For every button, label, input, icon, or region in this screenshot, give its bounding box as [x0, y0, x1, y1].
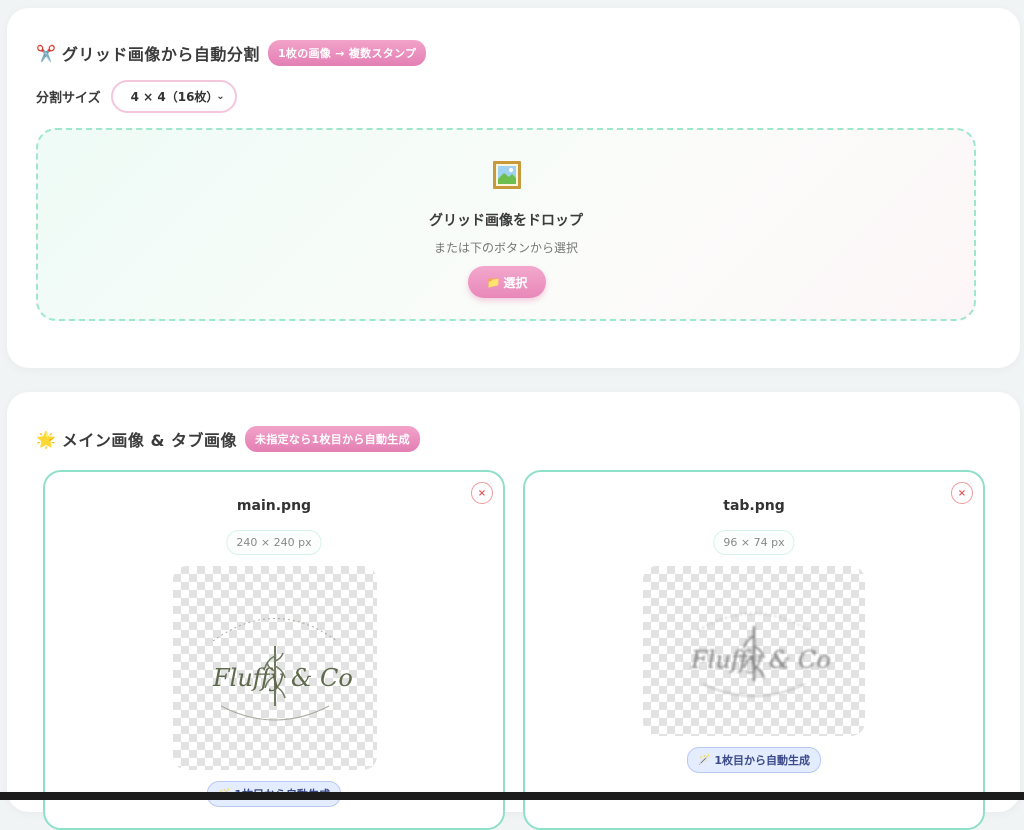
main-image-card: × main.png 240 × 240 px Fluffy & Co 🪄 1枚… [43, 470, 505, 830]
tab-filename: tab.png [723, 498, 785, 514]
grid-split-title: ✂️ グリッド画像から自動分割 1枚の画像 → 複数スタンプ [36, 40, 427, 66]
folder-icon: 📁 [486, 275, 501, 289]
chevron-down-icon: ⌄ [216, 91, 225, 102]
logo-wordmark: Fluffy & Co [690, 646, 831, 674]
framed-picture-icon [493, 161, 521, 189]
tab-image-card: × tab.png 96 × 74 px Fluffy & Co 🪄 1枚目から… [523, 470, 985, 830]
grid-dropzone[interactable]: グリッド画像をドロップ または下のボタンから選択 📁 選択 [36, 128, 976, 321]
grid-split-heading: グリッド画像から自動分割 [61, 45, 260, 64]
tab-dimensions: 96 × 74 px [713, 530, 795, 555]
scissors-icon: ✂️ [36, 43, 56, 63]
logo-wordmark: Fluffy & Co [212, 664, 353, 692]
brand-logo-image: Fluffy & Co [212, 618, 353, 721]
split-size-label: 分割サイズ [36, 91, 101, 106]
split-size-row: 分割サイズ 4 × 4（16枚） ⌄ [36, 80, 237, 113]
tab-image-preview: Fluffy & Co [643, 566, 865, 736]
window-bottom-bar [0, 792, 1024, 800]
tab-auto-generate-label: 1枚目から自動生成 [714, 754, 811, 767]
main-tab-heading: メイン画像 & タブ画像 [61, 431, 238, 450]
select-file-button[interactable]: 📁 選択 [468, 266, 546, 298]
grid-split-badge: 1枚の画像 → 複数スタンプ [267, 40, 427, 66]
main-tab-badge: 未指定なら1枚目から自動生成 [245, 426, 420, 452]
main-filename: main.png [236, 498, 312, 514]
star-icon: 🌟 [36, 429, 56, 449]
magic-wand-icon: 🪄 [697, 754, 711, 766]
select-file-label: 選択 [503, 275, 528, 290]
split-size-value: 4 × 4（16枚） [130, 90, 219, 104]
split-size-select[interactable]: 4 × 4（16枚） ⌄ [110, 80, 237, 113]
main-dimensions: 240 × 240 px [226, 530, 322, 555]
main-image-preview: Fluffy & Co [173, 566, 377, 770]
brand-logo-image: Fluffy & Co [690, 612, 831, 697]
drop-subtitle: または下のボタンから選択 [433, 241, 578, 255]
tab-auto-generate-badge[interactable]: 🪄 1枚目から自動生成 [686, 747, 822, 773]
main-tab-title: 🌟 メイン画像 & タブ画像 未指定なら1枚目から自動生成 [36, 426, 420, 452]
drop-title: グリッド画像をドロップ [429, 213, 583, 229]
